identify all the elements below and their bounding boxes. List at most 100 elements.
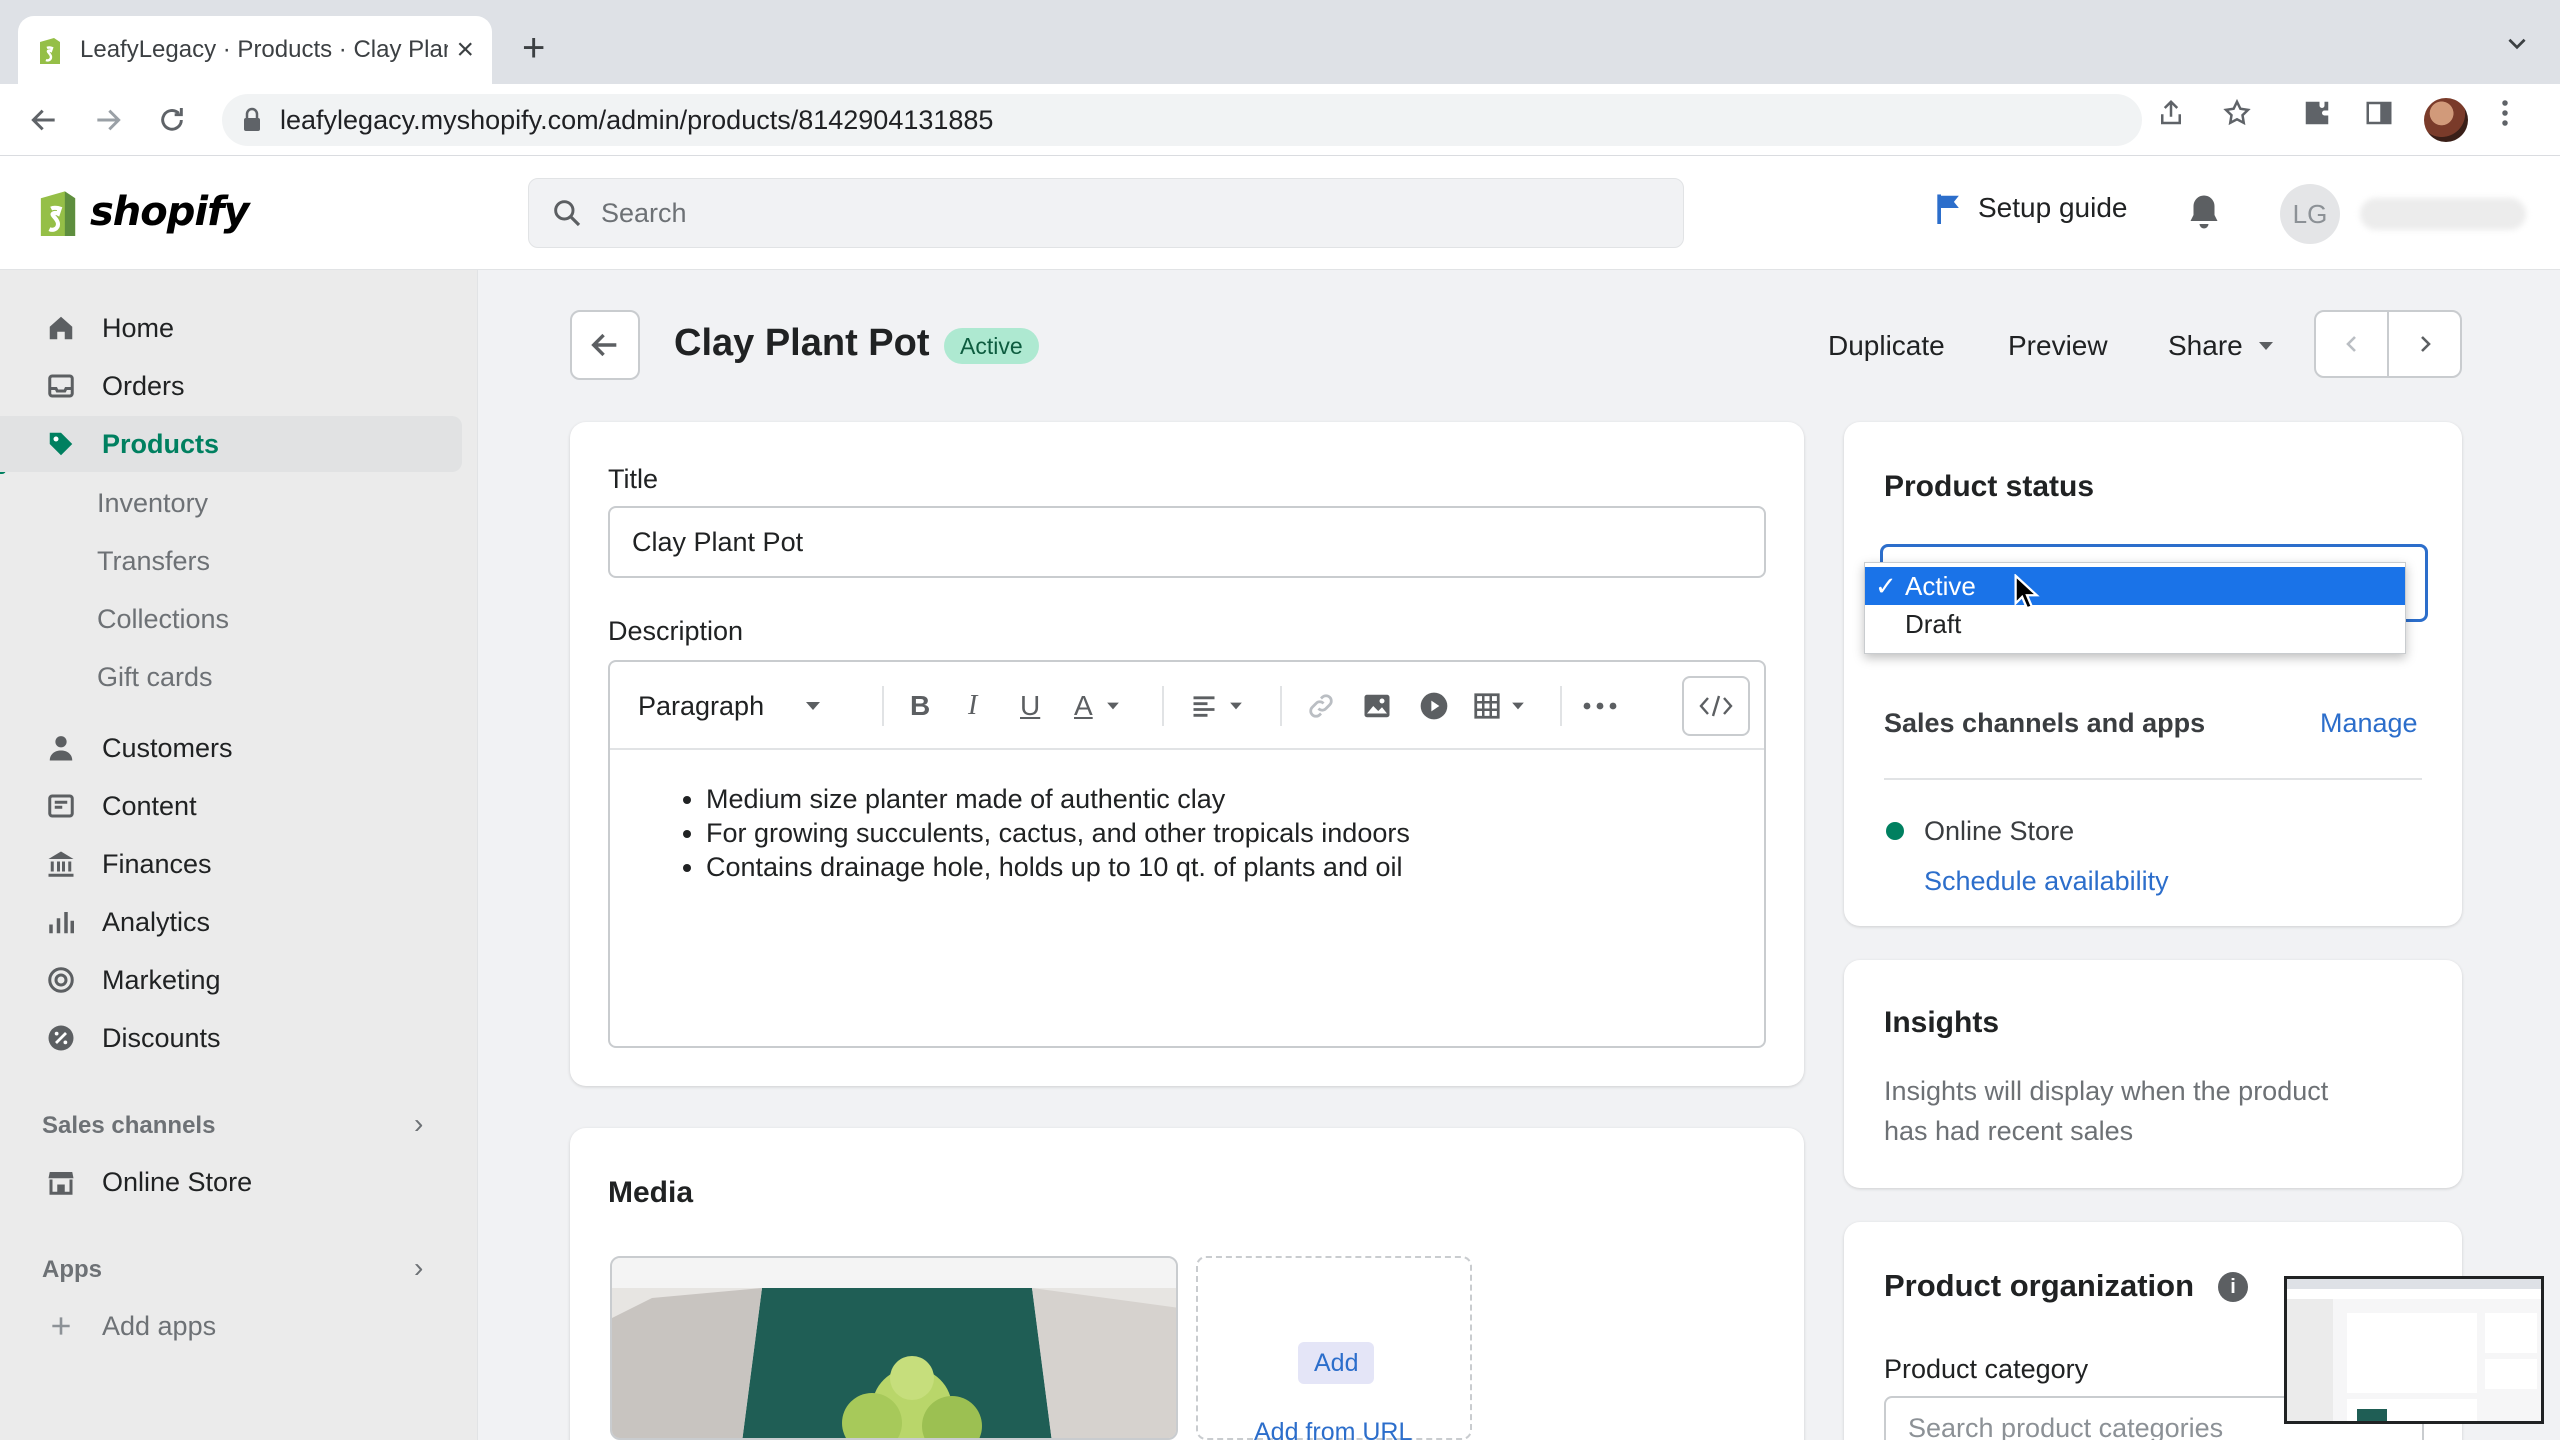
bank-icon <box>44 847 78 881</box>
search-icon <box>554 200 581 227</box>
sidebar-subitem-collections[interactable]: Collections <box>97 604 229 635</box>
caret-down-icon <box>806 702 821 710</box>
sidebar-item-analytics[interactable]: Analytics <box>0 894 462 950</box>
reload-icon[interactable] <box>152 100 192 140</box>
product-category-label: Product category <box>1884 1354 2089 1384</box>
browser-toolbar: leafylegacy.myshopify.com/admin/products… <box>0 84 2560 156</box>
sidebar-item-products[interactable]: Products <box>0 416 462 472</box>
sidebar-item-add-apps[interactable]: Add apps <box>0 1298 462 1354</box>
insights-card <box>1844 960 2462 1188</box>
browser-profile-avatar[interactable] <box>2424 98 2468 142</box>
online-store-channel: Online Store <box>1924 816 2075 846</box>
person-icon <box>44 731 78 765</box>
product-image[interactable] <box>610 1256 1178 1440</box>
sidebar-item-content[interactable]: Content <box>0 778 462 834</box>
sidebar-subitem-transfers[interactable]: Transfers <box>97 546 210 577</box>
link-icon[interactable] <box>1306 688 1336 724</box>
shopify-logo[interactable]: shopify <box>34 184 250 240</box>
bar-chart-icon <box>44 905 78 939</box>
html-code-icon[interactable] <box>1682 676 1750 736</box>
status-option-label: Draft <box>1905 608 1962 639</box>
sidebar-item-label: Analytics <box>102 906 211 937</box>
tab-search-chevron-icon[interactable] <box>2504 30 2530 56</box>
admin-search-input[interactable]: Search <box>528 178 1684 248</box>
media-dropzone[interactable]: Add Add from URL <box>1196 1256 1472 1440</box>
sidebar-item-label: Add apps <box>102 1310 217 1341</box>
user-avatar[interactable]: LG <box>2280 184 2340 244</box>
sidebar-subitem-inventory[interactable]: Inventory <box>97 488 208 519</box>
home-icon <box>44 311 78 345</box>
status-option-active[interactable]: ✓ Active <box>1865 567 2405 605</box>
sidebar-item-home[interactable]: Home <box>0 300 462 356</box>
title-input[interactable]: Clay Plant Pot <box>608 506 1766 578</box>
sidebar-subitem-gift-cards[interactable]: Gift cards <box>97 662 213 693</box>
url-text: leafylegacy.myshopify.com/admin/products… <box>280 104 994 135</box>
shopify-favicon-icon <box>40 38 60 64</box>
title-input-value: Clay Plant Pot <box>632 526 804 557</box>
image-icon[interactable] <box>1362 688 1392 724</box>
extensions-puzzle-icon[interactable] <box>2302 98 2332 128</box>
status-option-draft[interactable]: Draft <box>1865 605 2405 643</box>
info-icon[interactable]: i <box>2218 1272 2248 1302</box>
sidebar-item-marketing[interactable]: Marketing <box>0 952 462 1008</box>
screen-preview-thumbnail <box>2284 1276 2544 1424</box>
preview-button[interactable]: Preview <box>2008 330 2108 362</box>
share-button[interactable]: Share <box>2168 330 2275 362</box>
previous-product-button[interactable] <box>2316 312 2389 376</box>
sidebar-item-customers[interactable]: Customers <box>0 720 462 776</box>
status-badge: Active <box>944 328 1039 364</box>
browser-menu-icon[interactable] <box>2500 98 2510 128</box>
lock-icon <box>244 107 260 131</box>
notification-bell-icon[interactable] <box>2186 192 2222 232</box>
shopify-wordmark: shopify <box>90 189 250 235</box>
chevron-right-icon <box>2420 336 2431 352</box>
bold-icon[interactable]: B <box>910 688 930 724</box>
shopify-bag-icon <box>40 191 76 236</box>
address-bar[interactable]: leafylegacy.myshopify.com/admin/products… <box>222 94 2142 146</box>
italic-icon[interactable]: I <box>968 688 977 724</box>
chevron-right-icon[interactable]: › <box>414 1252 423 1284</box>
description-content[interactable]: Medium size planter made of authentic cl… <box>610 750 1764 884</box>
inbox-icon <box>44 369 78 403</box>
title-label: Title <box>608 464 659 494</box>
add-media-button[interactable]: Add <box>1298 1342 1375 1384</box>
flag-icon <box>1937 194 1959 224</box>
new-tab-icon[interactable]: + <box>522 28 545 68</box>
schedule-availability-link[interactable]: Schedule availability <box>1924 866 2169 897</box>
store-icon <box>44 1165 78 1199</box>
sidebar-item-online-store[interactable]: Online Store <box>0 1154 462 1210</box>
share-page-icon[interactable] <box>2156 98 2186 128</box>
caret-down-icon <box>1106 702 1119 710</box>
tag-icon <box>44 427 78 461</box>
next-product-button[interactable] <box>2389 312 2460 376</box>
manage-channels-link[interactable]: Manage <box>2320 708 2418 739</box>
video-icon[interactable] <box>1418 688 1450 724</box>
back-button[interactable] <box>570 310 640 380</box>
toolbar-divider <box>882 686 884 726</box>
insights-text-line2: has had recent sales <box>1884 1116 2134 1146</box>
duplicate-button[interactable]: Duplicate <box>1828 330 1945 362</box>
forward-arrow-icon[interactable] <box>88 100 128 140</box>
product-photo-illustration <box>612 1258 1176 1438</box>
sidebar-item-discounts[interactable]: Discounts <box>0 1010 462 1066</box>
align-icon[interactable] <box>1190 688 1244 724</box>
sidebar-item-finances[interactable]: Finances <box>0 836 462 892</box>
product-status-heading: Product status <box>1884 470 2095 503</box>
bookmark-star-icon[interactable] <box>2222 98 2252 128</box>
back-arrow-icon[interactable] <box>24 100 64 140</box>
table-icon[interactable] <box>1472 688 1526 724</box>
chevron-right-icon[interactable]: › <box>414 1108 423 1140</box>
setup-guide-label: Setup guide <box>1978 192 2128 223</box>
setup-guide-button[interactable]: Setup guide <box>1934 192 2127 224</box>
tab-close-icon[interactable]: × <box>456 35 474 65</box>
text-color-icon[interactable]: A <box>1074 688 1121 724</box>
browser-tab[interactable]: LeafyLegacy · Products · Clay Plant Pot … <box>18 16 492 84</box>
more-options-icon[interactable] <box>1582 688 1618 724</box>
mouse-pointer-icon <box>2014 574 2040 610</box>
side-panel-icon[interactable] <box>2364 98 2394 128</box>
sidebar-item-orders[interactable]: Orders <box>0 358 462 414</box>
paragraph-select[interactable]: Paragraph <box>638 688 822 724</box>
add-from-url-link[interactable]: Add from URL <box>1254 1418 1412 1440</box>
underline-icon[interactable]: U <box>1020 688 1040 724</box>
online-status-dot <box>1886 822 1904 840</box>
